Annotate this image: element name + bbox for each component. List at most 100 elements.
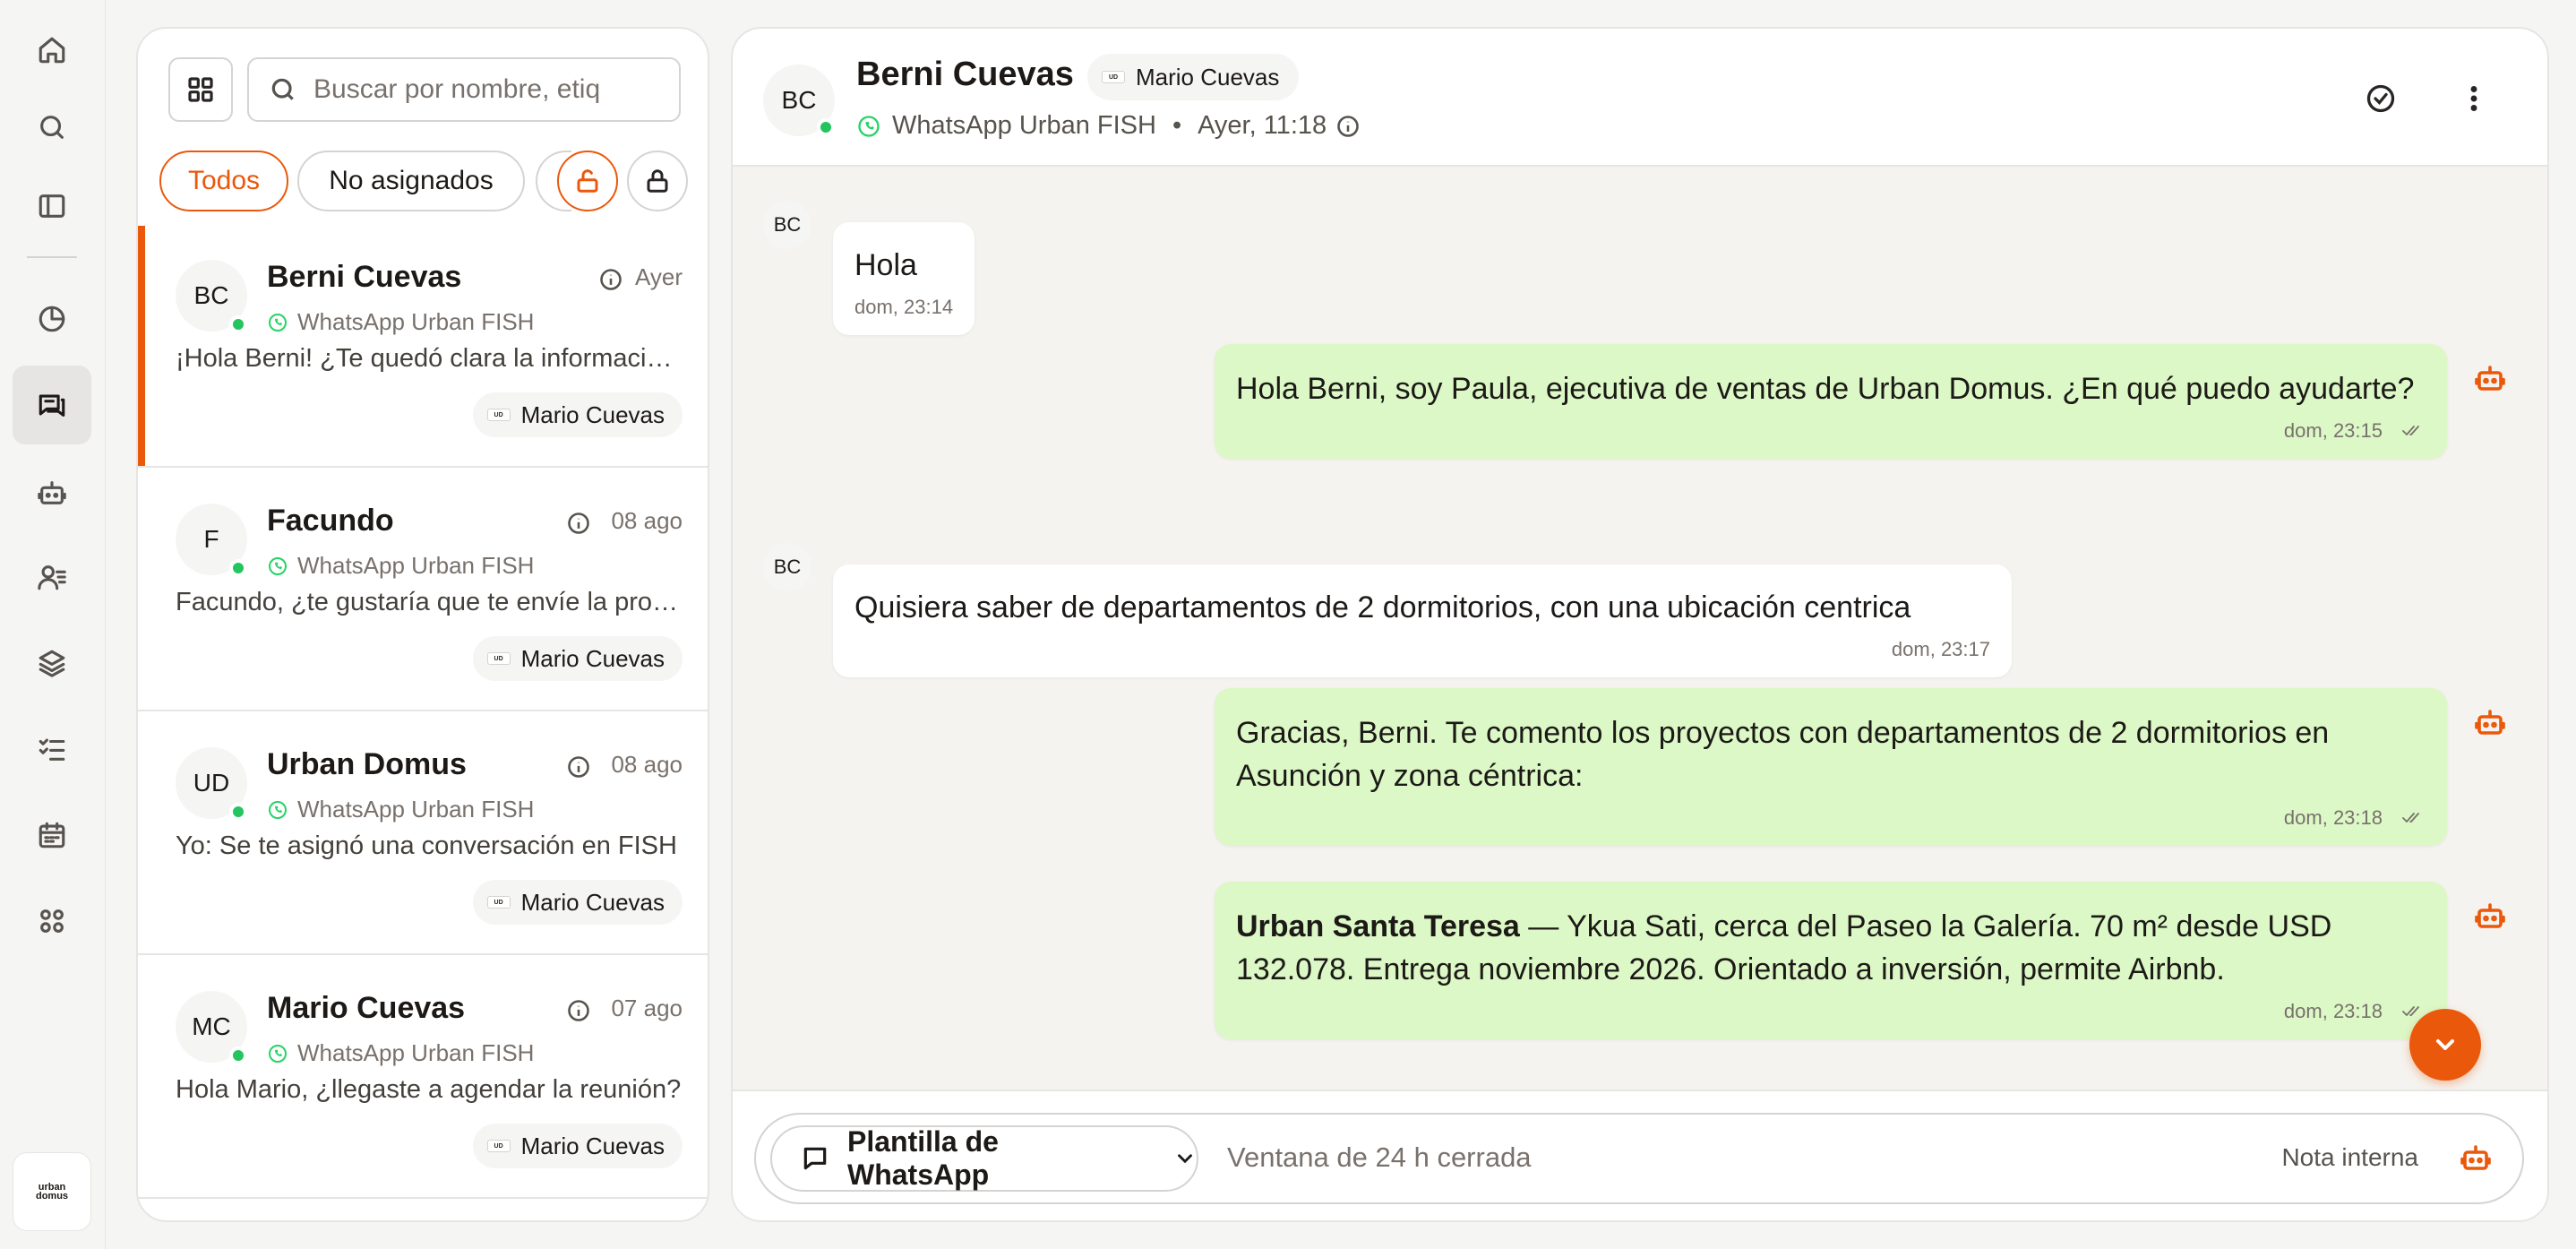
reports-button[interactable] [13, 280, 91, 358]
search-input[interactable] [313, 74, 654, 105]
conversation-time: 08 ago [611, 507, 683, 534]
conversation-item[interactable]: UD Urban Domus 08 ago WhatsApp Urban FIS… [138, 713, 708, 955]
info-icon[interactable] [566, 998, 591, 1023]
bot-sent-icon [2474, 362, 2506, 394]
contact-name: Berni Cuevas [267, 260, 462, 294]
calendar-icon [39, 822, 65, 848]
calendar-button[interactable] [13, 796, 91, 874]
message-text: Hola [854, 248, 917, 282]
workspace-logo[interactable]: urban domus [13, 1152, 91, 1231]
message-time-row: dom, 23:18 [1236, 806, 2426, 830]
apps-icon [40, 909, 64, 933]
contact-name: Mario Cuevas [267, 991, 466, 1025]
message-thread[interactable]: BC Hola dom, 23:14 Hola Berni, soy Paula… [733, 168, 2547, 1113]
contacts-button[interactable] [13, 538, 91, 616]
contact-name: Urban Domus [267, 747, 467, 781]
sidebar-toggle-button[interactable] [13, 167, 91, 245]
channel-label: WhatsApp Urban FISH [267, 1039, 534, 1067]
whatsapp-icon [269, 313, 287, 332]
message-time-row: dom, 23:15 [1236, 419, 2426, 443]
assignee-badge[interactable]: UD Mario Cuevas [472, 880, 683, 925]
unlock-icon [577, 169, 598, 193]
apps-button[interactable] [13, 882, 91, 960]
channel-label: WhatsApp Urban FISH [267, 796, 534, 823]
conversations-button[interactable] [13, 366, 91, 444]
message-text: Hola Berni, soy Paula, ejecutiva de vent… [1236, 372, 2415, 406]
resolve-button[interactable] [2361, 79, 2400, 118]
info-icon[interactable] [566, 754, 591, 780]
info-icon[interactable] [566, 511, 591, 536]
assignee-badge[interactable]: UD Mario Cuevas [472, 636, 683, 681]
check-circle-icon [2366, 84, 2395, 113]
filter-unlocked[interactable] [557, 151, 618, 211]
conversation-item[interactable]: MC Mario Cuevas 07 ago WhatsApp Urban FI… [138, 957, 708, 1199]
home-icon [39, 37, 65, 64]
filter-unassigned[interactable]: No asignados [297, 151, 525, 211]
contacts-icon [38, 565, 66, 590]
chat-contact-name: Berni Cuevas [856, 56, 1074, 93]
conversation-time: Ayer [635, 263, 683, 290]
more-options-button[interactable] [2454, 79, 2494, 118]
read-ticks-icon [2402, 426, 2419, 435]
chat-panel: BC Berni Cuevas UD Mario Cuevas WhatsApp… [731, 27, 2549, 1222]
sender-avatar: BC [763, 543, 811, 591]
whatsapp-template-button[interactable]: Plantilla de WhatsApp [770, 1125, 1198, 1192]
chat-channel: WhatsApp Urban FISH [892, 111, 1156, 140]
conversation-item[interactable]: BC Berni Cuevas Ayer WhatsApp Urban FISH… [138, 226, 708, 468]
internal-note-button[interactable]: Nota interna [2281, 1143, 2418, 1172]
grid-icon [188, 77, 213, 102]
chevron-down-icon [2436, 1039, 2454, 1050]
urban-domus-logo: urban domus [27, 1167, 77, 1217]
lock-icon [647, 169, 668, 193]
message-square-icon [803, 1147, 827, 1170]
filter-bar: Todos No asignados [159, 151, 697, 215]
view-toggle-button[interactable] [168, 57, 233, 122]
sender-avatar: BC [763, 201, 811, 249]
read-ticks-icon [2402, 813, 2419, 823]
search-box[interactable] [247, 57, 681, 122]
conversation-item[interactable]: F Facundo 08 ago WhatsApp Urban FISH Fac… [138, 469, 708, 711]
home-button[interactable] [13, 11, 91, 90]
assignee-badge[interactable]: UD Mario Cuevas [472, 392, 683, 437]
outgoing-message: Hola Berni, soy Paula, ejecutiva de vent… [1215, 344, 2447, 459]
message-time: dom, 23:17 [1891, 638, 1990, 660]
composer-area: Plantilla de WhatsApp Ventana de 24 h ce… [733, 1090, 2547, 1220]
message-text: Gracias, Berni. Te comento los proyectos… [1236, 716, 2330, 793]
bot-sent-icon [2474, 706, 2506, 738]
filter-locked[interactable] [627, 151, 688, 211]
nav-rail: urban domus [0, 0, 106, 1249]
company-logo-icon: UD [486, 1140, 511, 1152]
scroll-to-bottom-button[interactable] [2409, 1009, 2481, 1081]
message-preview: Hola Mario, ¿llegaste a agendar la reuni… [176, 1075, 682, 1104]
whatsapp-icon [858, 115, 880, 137]
incoming-message: Quisiera saber de departamentos de 2 dor… [833, 564, 2012, 677]
rail-divider [27, 256, 77, 258]
incoming-message: Hola dom, 23:14 [833, 222, 975, 335]
online-indicator [229, 315, 247, 333]
info-icon[interactable] [1335, 114, 1361, 139]
bot-toggle-button[interactable] [2460, 1141, 2495, 1177]
bot-sent-icon [2474, 900, 2506, 932]
last-activity: Ayer, 11:18 [1198, 111, 1327, 140]
bot-icon [38, 481, 66, 504]
chat-meta: WhatsApp Urban FISH • Ayer, 11:18 [856, 111, 1361, 141]
tasks-icon [39, 738, 65, 761]
layers-button[interactable] [13, 624, 91, 702]
bots-button[interactable] [13, 453, 91, 532]
assignee-badge[interactable]: UD Mario Cuevas [472, 1124, 683, 1168]
composer: Plantilla de WhatsApp Ventana de 24 h ce… [754, 1113, 2524, 1204]
search-icon [40, 116, 64, 139]
filter-all[interactable]: Todos [159, 151, 288, 211]
info-icon[interactable] [598, 267, 623, 292]
conversation-time: 08 ago [611, 751, 683, 778]
message-preview: Yo: Se te asignó una conversación en FIS… [176, 831, 677, 860]
whatsapp-icon [269, 800, 287, 819]
online-indicator [817, 118, 835, 136]
more-vertical-icon [2470, 86, 2477, 111]
tasks-button[interactable] [13, 710, 91, 788]
search-button[interactable] [13, 88, 91, 167]
search-icon [271, 78, 294, 100]
chat-assignee-badge[interactable]: UD Mario Cuevas [1087, 54, 1300, 100]
message-time-row: dom, 23:18 [1236, 1000, 2426, 1023]
message-text: Quisiera saber de departamentos de 2 dor… [854, 590, 1911, 624]
